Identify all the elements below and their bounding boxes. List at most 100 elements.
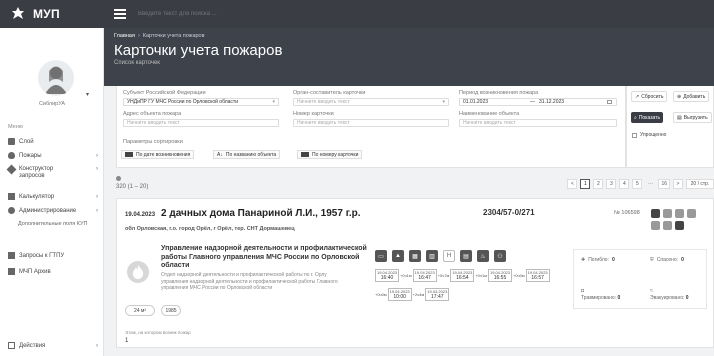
next-page-button[interactable]: > [673, 179, 683, 189]
sort-az-icon: A↓ [217, 151, 223, 158]
timeline-event[interactable]: 19.04.2023 10:00 [387, 288, 412, 301]
card-header: 19.04.2023 2 дачных дома Панариной Л.И.,… [125, 208, 361, 219]
plus-icon: ⊕ [677, 93, 682, 100]
chevron-down-icon: ▾ [272, 99, 275, 105]
hamburger-menu-icon[interactable] [114, 9, 126, 19]
download-icon[interactable] [663, 221, 672, 230]
emblem-icon [12, 7, 24, 19]
fire-icon [8, 152, 15, 159]
page-ellipsis[interactable]: ··· [645, 179, 655, 189]
copy-icon[interactable] [687, 209, 696, 218]
timeline-event[interactable]: 19.04.2023 17:47 [425, 288, 450, 301]
breadcrumb-current: Карточки учета пожаров [142, 33, 205, 39]
reset-label: Сбросить [641, 93, 664, 100]
stat-evacuated: ≈ Эвакуировано: 0 [650, 288, 689, 301]
page-subtitle: Список карточек [114, 60, 160, 66]
app-name: МУП [33, 7, 60, 21]
brand[interactable]: МУП [0, 0, 104, 28]
card-number-input[interactable]: Начните вводить текст [293, 119, 449, 127]
add-label: Добавить [683, 93, 706, 100]
timeline-event[interactable]: 19.04.2023 16:55 [487, 269, 512, 282]
reset-icon: ↗ [635, 93, 640, 100]
card-title[interactable]: 2 дачных дома Панариной Л.И., 1957 г.р. [161, 208, 361, 219]
address-input[interactable]: Начните вводить текст [123, 119, 279, 127]
pin-icon[interactable] [651, 209, 660, 218]
chevron-right-icon: › [96, 342, 98, 349]
sidebar-item-fires[interactable]: Пожары › [8, 152, 100, 159]
org-select[interactable]: Начните вводить текст ▾ [293, 98, 449, 106]
page-last[interactable]: 16 [658, 179, 670, 189]
timeline-event[interactable]: 19.04.2023 16:40 [375, 269, 400, 282]
page-5[interactable]: 5 [632, 179, 643, 189]
card-number-label: Номер карточки [293, 111, 334, 117]
page-1[interactable]: 1 [580, 179, 591, 189]
document-icon[interactable]: ▤ [460, 250, 472, 262]
wrench-icon [6, 164, 17, 175]
page-3[interactable]: 3 [606, 179, 617, 189]
grid-icon[interactable]: ▥ [426, 250, 438, 262]
object-name-input[interactable]: Начните вводить текст [459, 119, 617, 127]
checkbox-box[interactable] [632, 132, 637, 138]
add-button[interactable]: ⊕ Добавить [673, 91, 710, 102]
export-button[interactable]: ▤ Выгрузить [673, 112, 712, 123]
actions-icon [8, 342, 15, 349]
sidebar-actions[interactable]: Действия › [8, 342, 100, 349]
org-title: Управление надзорной деятельности и проф… [161, 245, 367, 269]
warning-icon[interactable]: ▲ [392, 250, 404, 262]
object-name-label: Наименование объекта [459, 111, 520, 117]
calendar-icon [607, 100, 612, 104]
page-4[interactable]: 4 [619, 179, 630, 189]
sidebar-item-gtpu-requests[interactable]: Запросы к ГТПУ [8, 252, 100, 259]
page-2[interactable]: 2 [593, 179, 604, 189]
sidebar-item-query-builder[interactable]: Конструктор запросов › [6, 164, 100, 180]
delete-icon[interactable] [675, 221, 684, 230]
subject-select[interactable]: УНДиПР ГУ МЧС России по Орловской област… [123, 98, 279, 106]
show-button[interactable]: ⌕ Показать [631, 112, 664, 123]
sidebar-item-label: Администрирование [19, 207, 77, 214]
gear-icon [8, 207, 15, 214]
print-icon[interactable] [651, 221, 660, 230]
sidebar-subitem-extra-fields[interactable]: Дополнительные поля КУП [18, 221, 98, 228]
sidebar-item-calculator[interactable]: Калькулятор › [8, 193, 100, 200]
area-badge: 24 м² [125, 305, 155, 316]
stat-dead: ✚ Погибло: 0 [581, 257, 615, 263]
period-range-input[interactable]: 01.01.2023 — 31.12.2023 [459, 98, 617, 106]
edit-icon[interactable] [675, 209, 684, 218]
stat-injured-label: Травмировано: [581, 295, 617, 301]
timeline-row: 19.04.2023 16:40 +0ч1м 19.04.2023 16:47 +0… [375, 269, 550, 282]
filter-panel: Субъект Российской Федерации УНДиПР ГУ М… [116, 86, 626, 168]
simplified-checkbox[interactable]: Упрощенно [632, 132, 666, 138]
org-label: Орган-составитель карточки [293, 90, 366, 96]
user-menu-caret-icon[interactable]: ▾ [86, 91, 89, 98]
monitor-icon[interactable]: ▭ [375, 250, 387, 262]
people-icon[interactable]: ⚇ [494, 250, 506, 262]
sidebar-item-archive[interactable]: МЧП Архив [8, 268, 100, 275]
sort-by-object-button[interactable]: A↓ По названию объекта [213, 150, 281, 159]
calculator-icon [8, 193, 15, 200]
global-search-input[interactable] [138, 11, 338, 17]
org-placeholder: Начните вводить текст [297, 99, 350, 105]
fire-icon[interactable]: ♨ [477, 250, 489, 262]
stat-evac-value: 0 [685, 295, 689, 301]
h-icon[interactable]: H [443, 250, 455, 262]
prev-page-button[interactable]: < [567, 179, 578, 189]
timeline-event[interactable]: 19.04.2023 16:47 [412, 269, 437, 282]
sidebar-item-lab[interactable]: Слой [8, 138, 100, 145]
sidebar-item-admin[interactable]: Администрирование › [8, 207, 100, 214]
view-icon[interactable] [663, 209, 672, 218]
breadcrumb-home[interactable]: Главная [114, 33, 135, 39]
sort-by-date-button[interactable]: По дате возникновения [121, 150, 195, 159]
reset-button[interactable]: ↗ Сбросить [631, 91, 668, 102]
page-size-select[interactable]: 20 / стр. [686, 179, 714, 189]
avatar[interactable] [38, 60, 74, 96]
timeline-event[interactable]: 19.04.2023 16:57 [525, 269, 550, 282]
timeline-event[interactable]: 19.04.2023 16:54 [450, 269, 475, 282]
info-icon[interactable] [116, 176, 121, 181]
sort-by-card-number-button[interactable]: По номеру карточки [297, 150, 363, 159]
stat-evac-label: Эвакуировано: [650, 295, 685, 301]
nav-title: Меню [8, 124, 23, 130]
chart-icon[interactable]: ▦ [409, 250, 421, 262]
sort-params-label: Параметры сортировки [123, 139, 183, 145]
fire-card[interactable]: 19.04.2023 2 дачных дома Панариной Л.И.,… [116, 198, 714, 348]
document-icon [8, 252, 15, 259]
